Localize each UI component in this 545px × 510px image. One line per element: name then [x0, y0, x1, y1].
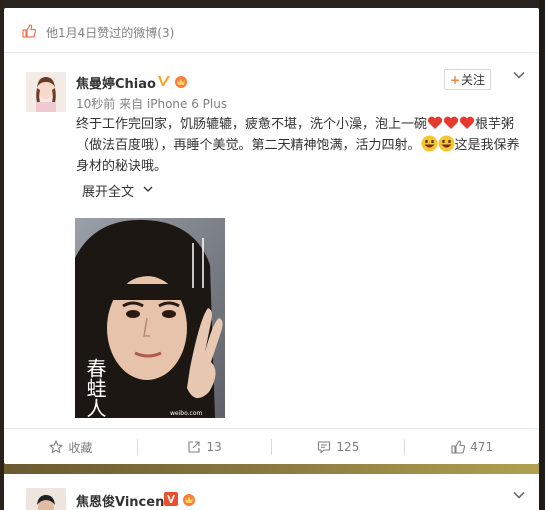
repost-count: 13 [206, 440, 222, 454]
weibo-card: 他1月4日赞过的微博(3) 焦曼婷Chiao 10秒前 来自 iPhone 6 … [4, 8, 539, 464]
member-crown-icon[interactable] [173, 74, 189, 88]
avatar-image [26, 488, 66, 510]
repost-button[interactable]: 13 [138, 429, 272, 465]
heart-emoji-icon [443, 116, 459, 129]
star-icon [49, 440, 63, 454]
thumbs-up-icon [451, 440, 466, 454]
like-count: 471 [470, 440, 494, 454]
liked-bar-text: 他1月4日赞过的微博(3) [46, 26, 175, 40]
verified-icon [158, 76, 170, 86]
verified-icon [164, 492, 178, 506]
favorite-label: 收藏 [68, 440, 93, 455]
expand-full-text-link[interactable]: 展开全文 [82, 181, 134, 200]
action-bar: 收藏 13 125 471 [4, 428, 539, 464]
member-crown-icon[interactable] [181, 492, 197, 506]
heart-emoji-icon [459, 116, 475, 129]
grin-emoji-icon [421, 135, 438, 152]
share-icon [188, 441, 201, 453]
background-top [0, 0, 545, 8]
follow-button[interactable]: + 关注 [444, 69, 491, 90]
background-right [539, 0, 545, 510]
post-photo[interactable]: weibo.com 春蛙人 [75, 218, 225, 418]
post-meta: 10秒前 来自 iPhone 6 Plus [76, 97, 228, 111]
avatar-image [26, 72, 66, 112]
comment-button[interactable]: 125 [272, 429, 406, 465]
background-strip [4, 464, 539, 474]
thumbs-up-icon [22, 24, 36, 38]
username[interactable]: 焦恩俊Vincent [76, 491, 171, 510]
avatar[interactable] [26, 488, 66, 510]
plus-icon: + [449, 72, 461, 87]
comment-count: 125 [336, 440, 360, 454]
photo-caption: 春蛙人 [83, 358, 107, 418]
comment-icon [318, 441, 331, 454]
chevron-down-icon[interactable] [512, 68, 526, 82]
liked-bar[interactable]: 他1月4日赞过的微博(3) [4, 8, 539, 53]
grin-emoji-icon [438, 135, 455, 152]
next-weibo-card: 焦恩俊Vincent [4, 474, 539, 510]
avatar[interactable] [26, 72, 66, 112]
follow-label: 关注 [461, 73, 486, 87]
favorite-button[interactable]: 收藏 [4, 429, 138, 465]
post-text-part1: 终于工作完回家，饥肠辘辘，疲惫不堪，洗个小澡，泡上一碗 [76, 117, 428, 132]
chevron-down-icon[interactable] [142, 183, 154, 195]
like-button[interactable]: 471 [405, 429, 539, 465]
chevron-down-icon[interactable] [512, 488, 526, 502]
post-text: 终于工作完回家，饥肠辘辘，疲惫不堪，洗个小澡，泡上一碗 根芋粥（做法百度哦），再睡… [76, 114, 526, 177]
heart-emoji-icon [427, 116, 443, 129]
username[interactable]: 焦曼婷Chiao [76, 73, 156, 92]
svg-text:weibo.com: weibo.com [170, 410, 203, 417]
